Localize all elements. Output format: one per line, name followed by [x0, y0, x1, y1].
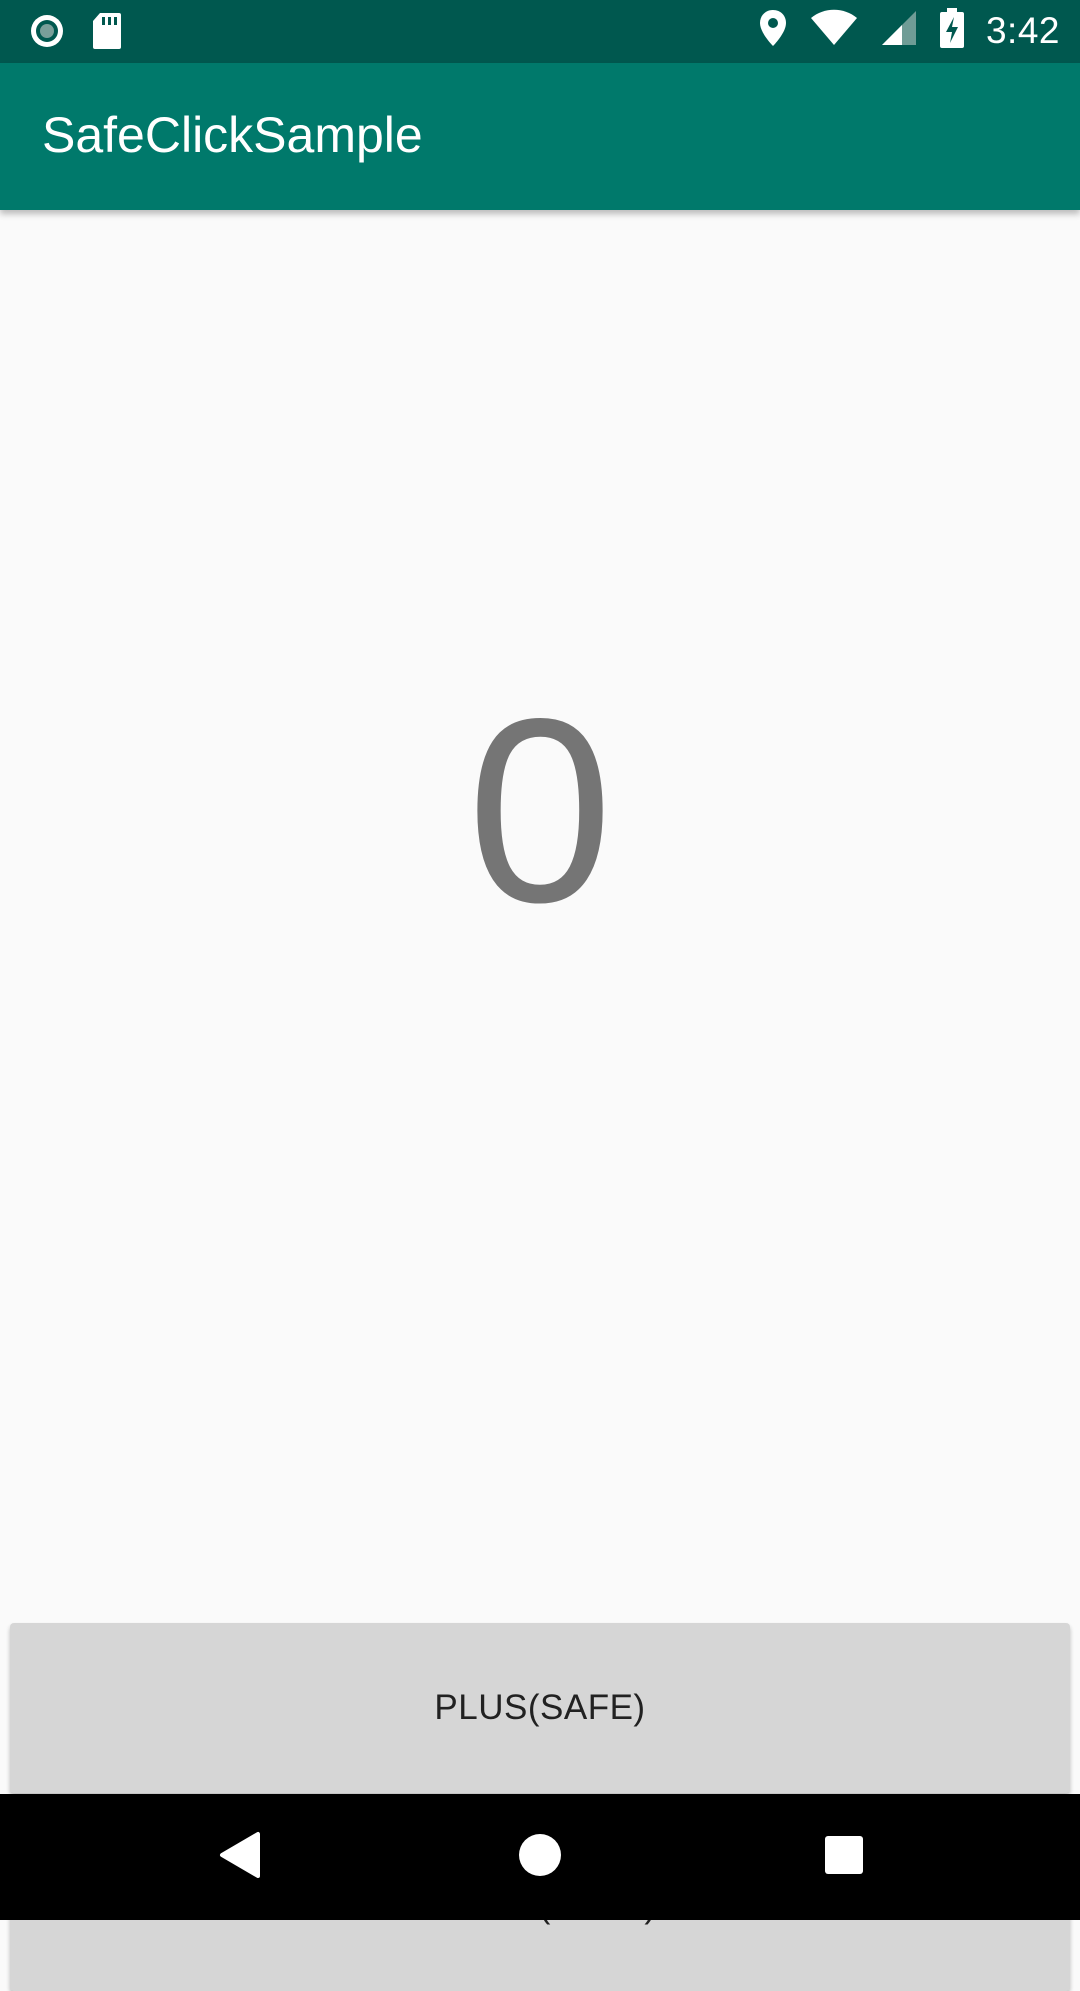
plus-button[interactable]: PLUS(SAFE)	[10, 1623, 1070, 1793]
location-icon	[758, 9, 788, 52]
record-icon	[28, 12, 66, 55]
signal-icon	[880, 9, 918, 52]
status-left-icons	[28, 12, 122, 55]
app-bar: SafeClickSample	[0, 63, 1080, 210]
navigation-bar	[0, 1794, 1080, 1920]
status-right-icons: 3:42	[758, 8, 1060, 53]
status-time: 3:42	[985, 9, 1060, 51]
home-button[interactable]	[510, 1827, 570, 1887]
sd-card-icon	[92, 12, 122, 55]
app-title: SafeClickSample	[42, 107, 423, 163]
recents-button[interactable]	[814, 1827, 874, 1887]
counter-value: 0	[467, 664, 613, 957]
wifi-icon	[810, 9, 858, 52]
back-icon	[218, 1831, 262, 1884]
home-icon	[517, 1832, 563, 1883]
main-content: 0 PLUS(SAFE) MINUS(SAFE)	[0, 210, 1080, 1991]
recents-icon	[824, 1835, 864, 1880]
battery-charging-icon	[939, 8, 964, 53]
status-bar: 3:42	[0, 0, 1080, 63]
back-button[interactable]	[210, 1827, 270, 1887]
